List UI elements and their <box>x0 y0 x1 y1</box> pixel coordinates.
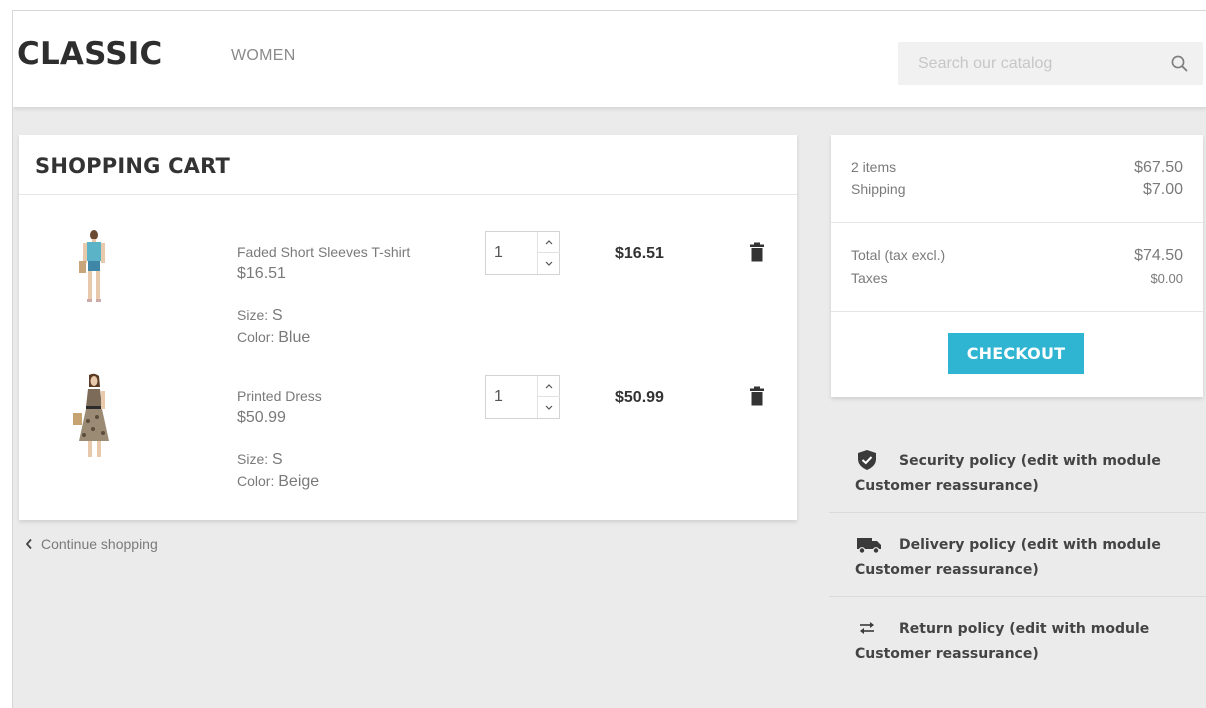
summary-divider <box>831 222 1203 223</box>
summary-items-row: 2 items $67.50 <box>851 159 1183 177</box>
color-value: Beige <box>278 473 320 490</box>
summary-total-label: Total (tax excl.) <box>851 247 946 263</box>
page-frame: CLASSIC WOMEN SHOPPING CART <box>12 10 1206 708</box>
search-box <box>898 42 1203 85</box>
summary-total-value: $74.50 <box>1134 247 1183 264</box>
quantity-increase-button[interactable] <box>538 376 560 397</box>
color-label: Color: <box>237 473 275 489</box>
reassurance-text: Security policy (edit with module Custom… <box>855 453 1161 494</box>
size-value: S <box>272 451 283 468</box>
quantity-increase-button[interactable] <box>538 232 560 253</box>
quantity-buttons <box>537 232 560 274</box>
continue-shopping-label: Continue shopping <box>41 536 158 552</box>
search-icon[interactable] <box>1170 54 1190 74</box>
size-label: Size: <box>237 307 269 323</box>
continue-shopping-link[interactable]: Continue shopping <box>25 536 158 552</box>
summary-shipping-label: Shipping <box>851 181 906 197</box>
size-value: S <box>272 307 283 324</box>
reassurance-item-security: Security policy (edit with module Custom… <box>829 429 1206 513</box>
product-total: $50.99 <box>615 389 664 406</box>
product-name[interactable]: Faded Short Sleeves T-shirt <box>237 244 410 260</box>
search-input[interactable] <box>898 42 1158 85</box>
cart-summary: 2 items $67.50 Shipping $7.00 Total (tax… <box>831 135 1203 397</box>
product-total: $16.51 <box>615 245 664 262</box>
summary-items-label: 2 items <box>851 159 897 175</box>
reassurance-item-return: Return policy (edit with module Customer… <box>829 597 1206 681</box>
product-unit-price: $16.51 <box>237 265 286 282</box>
reassurance-text: Delivery policy (edit with module Custom… <box>855 537 1161 578</box>
summary-taxes-label: Taxes <box>851 270 888 286</box>
product-image-tshirt[interactable] <box>59 229 129 319</box>
cart-title: SHOPPING CART <box>35 154 231 178</box>
product-color: Color: Blue <box>237 329 310 347</box>
chevron-down-icon <box>545 261 553 266</box>
product-name[interactable]: Printed Dress <box>237 388 322 404</box>
size-label: Size: <box>237 451 269 467</box>
summary-shipping-value: $7.00 <box>1142 181 1183 198</box>
summary-divider <box>831 311 1203 312</box>
color-label: Color: <box>237 329 275 345</box>
quantity-stepper <box>485 375 560 419</box>
summary-taxes-value: $0.00 <box>1150 271 1183 286</box>
color-value: Blue <box>278 329 311 346</box>
cart-divider <box>19 194 797 195</box>
summary-shipping-row: Shipping $7.00 <box>851 181 1183 199</box>
trash-icon[interactable] <box>749 386 765 406</box>
quantity-buttons <box>537 376 560 418</box>
product-size: Size: S <box>237 451 283 469</box>
nav-item-women[interactable]: WOMEN <box>231 47 296 65</box>
trash-icon[interactable] <box>749 242 765 262</box>
chevron-up-icon <box>545 384 553 389</box>
summary-items-value: $67.50 <box>1134 159 1183 176</box>
quantity-input[interactable] <box>486 232 537 274</box>
chevron-down-icon <box>545 405 553 410</box>
quantity-decrease-button[interactable] <box>538 397 560 418</box>
reassurance-text: Return policy (edit with module Customer… <box>855 621 1150 662</box>
site-logo[interactable]: CLASSIC <box>17 36 162 72</box>
chevron-left-icon <box>25 538 32 550</box>
reassurance-item-delivery: Delivery policy (edit with module Custom… <box>829 513 1206 597</box>
cart-item: Printed Dress $50.99 Size: S Color: Beig… <box>19 359 797 499</box>
summary-total-row: Total (tax excl.) $74.50 <box>851 247 1183 265</box>
product-unit-price: $50.99 <box>237 409 286 426</box>
product-size: Size: S <box>237 307 283 325</box>
site-header: CLASSIC WOMEN <box>13 11 1206 107</box>
cart-item: Faded Short Sleeves T-shirt $16.51 Size:… <box>19 215 797 355</box>
cart-panel: SHOPPING CART Faded Short Sleeves T-shir… <box>19 135 797 520</box>
summary-taxes-row: Taxes $0.00 <box>851 270 1183 286</box>
checkout-button[interactable]: CHECKOUT <box>948 333 1084 374</box>
product-image-dress[interactable] <box>59 373 129 463</box>
chevron-up-icon <box>545 240 553 245</box>
product-color: Color: Beige <box>237 473 319 491</box>
reassurance-list: Security policy (edit with module Custom… <box>829 429 1206 681</box>
quantity-stepper <box>485 231 560 275</box>
quantity-input[interactable] <box>486 376 537 418</box>
quantity-decrease-button[interactable] <box>538 253 560 274</box>
